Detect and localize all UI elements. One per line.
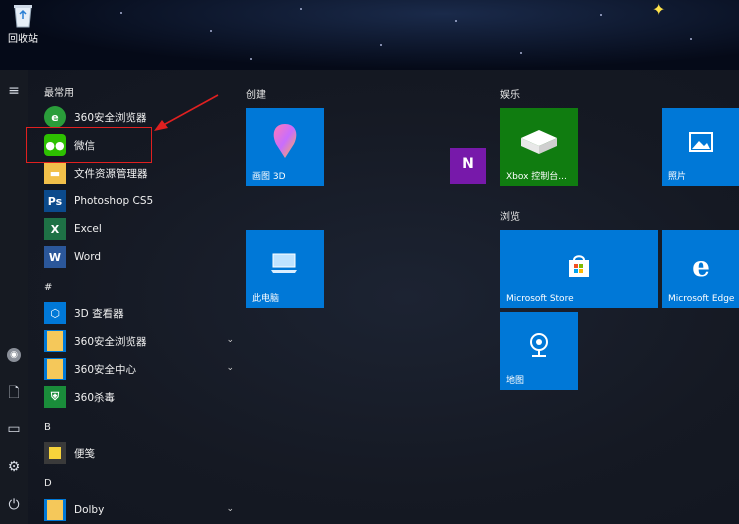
tile-label: Microsoft Store	[506, 294, 574, 304]
user-account-icon[interactable]: ◉	[5, 346, 23, 364]
chevron-down-icon[interactable]: ⌄	[226, 363, 234, 373]
recycle-bin[interactable]: 回收站	[6, 2, 40, 45]
tile-label: 画图 3D	[252, 172, 286, 182]
section-header-hash: #	[44, 282, 53, 293]
tile-this-pc[interactable]: 此电脑	[246, 230, 324, 308]
tile-label: Xbox 控制台...	[506, 172, 567, 182]
tile-maps[interactable]: 地图	[500, 312, 578, 390]
star	[520, 52, 522, 54]
xbox-console-icon	[500, 126, 578, 160]
tile-photos[interactable]: 照片	[662, 108, 739, 186]
group-header-browse: 浏览	[500, 212, 520, 223]
360-antivirus-icon: ⛨	[44, 386, 66, 408]
list-item-photoshop[interactable]: Ps Photoshop CS5	[44, 188, 244, 214]
list-item-label: Photoshop CS5	[74, 195, 154, 207]
highlight-box	[26, 127, 152, 163]
folder-icon	[44, 358, 66, 380]
tile-label: 此电脑	[252, 294, 280, 304]
list-item-3d-viewer[interactable]: ⬡ 3D 查看器	[44, 300, 244, 326]
star	[250, 58, 252, 60]
photoshop-icon: Ps	[44, 190, 66, 212]
file-explorer-icon: ▬	[44, 162, 66, 184]
list-item-dolby[interactable]: Dolby ⌄	[44, 497, 244, 523]
star	[600, 14, 602, 16]
excel-icon: X	[44, 218, 66, 240]
tile-label: 照片	[668, 172, 687, 182]
list-item-label: 360安全浏览器	[74, 111, 147, 124]
recycle-bin-icon	[14, 5, 32, 28]
group-header-entertainment: 娱乐	[500, 90, 520, 101]
list-item-label: 360安全中心	[74, 363, 137, 376]
paint-3d-icon	[246, 122, 324, 164]
store-bag-icon	[500, 254, 658, 282]
star	[380, 44, 382, 46]
section-header-d: D	[44, 478, 52, 489]
this-pc-icon	[246, 252, 324, 278]
star	[455, 20, 457, 22]
chevron-down-icon[interactable]: ⌄	[226, 504, 234, 514]
360-browser-icon: e	[44, 106, 66, 128]
settings-gear-icon[interactable]: ⚙	[5, 458, 23, 476]
tile-microsoft-edge[interactable]: e Microsoft Edge	[662, 230, 739, 308]
list-item-360-security-folder[interactable]: 360安全中心 ⌄	[44, 356, 244, 382]
onenote-icon: N	[462, 156, 474, 172]
section-header-b: B	[44, 422, 51, 433]
list-item-label: Word	[74, 251, 101, 263]
sticky-notes-icon	[44, 442, 66, 464]
list-item-file-explorer[interactable]: ▬ 文件资源管理器	[44, 160, 244, 186]
documents-icon[interactable]: 🗋	[5, 384, 23, 402]
list-item-360-browser-folder[interactable]: 360安全浏览器 ⌄	[44, 328, 244, 354]
pictures-icon[interactable]: ▭	[5, 420, 23, 438]
recycle-bin-label: 回收站	[8, 34, 38, 45]
folder-icon	[44, 499, 66, 521]
list-item-label: 360安全浏览器	[74, 335, 147, 348]
list-item-sticky-notes[interactable]: 便笺	[44, 440, 244, 466]
list-item-label: Dolby	[74, 504, 105, 516]
tile-microsoft-store[interactable]: Microsoft Store	[500, 230, 658, 308]
star	[300, 8, 302, 10]
hamburger-menu-icon[interactable]: ≡	[5, 82, 23, 100]
list-item-label: 便笺	[74, 447, 95, 460]
list-item-label: 文件资源管理器	[74, 167, 148, 180]
star	[120, 12, 122, 14]
tile-label: 地图	[506, 376, 525, 386]
star	[210, 30, 212, 32]
section-header-frequent: 最常用	[44, 88, 74, 99]
chevron-down-icon[interactable]: ⌄	[226, 335, 234, 345]
3d-viewer-icon: ⬡	[44, 302, 66, 324]
star	[690, 38, 692, 40]
sparkle-icon: ✦	[652, 0, 666, 19]
word-icon: W	[44, 246, 66, 268]
list-item-label: 3D 查看器	[74, 307, 124, 320]
annotation-arrow-icon	[154, 94, 219, 131]
group-header-create: 创建	[246, 90, 266, 101]
list-item-word[interactable]: W Word	[44, 244, 244, 270]
tile-xbox[interactable]: Xbox 控制台...	[500, 108, 578, 186]
folder-icon	[44, 330, 66, 352]
list-item-label: 360杀毒	[74, 391, 116, 404]
list-item-excel[interactable]: X Excel	[44, 216, 244, 242]
tile-onenote[interactable]: N	[450, 148, 486, 184]
list-item-360-antivirus[interactable]: ⛨ 360杀毒	[44, 384, 244, 410]
tile-paint-3d[interactable]: 画图 3D	[246, 108, 324, 186]
tile-label: Microsoft Edge	[668, 294, 735, 304]
power-icon[interactable]: ⏻	[5, 496, 23, 514]
list-item-label: Excel	[74, 223, 102, 235]
maps-icon	[500, 332, 578, 364]
start-rail: ≡ ◉ 🗋 ▭ ⚙ ⏻	[0, 70, 28, 524]
desktop-background: ✦ 回收站	[0, 0, 739, 70]
edge-icon: e	[692, 250, 710, 283]
photos-icon	[662, 132, 739, 156]
